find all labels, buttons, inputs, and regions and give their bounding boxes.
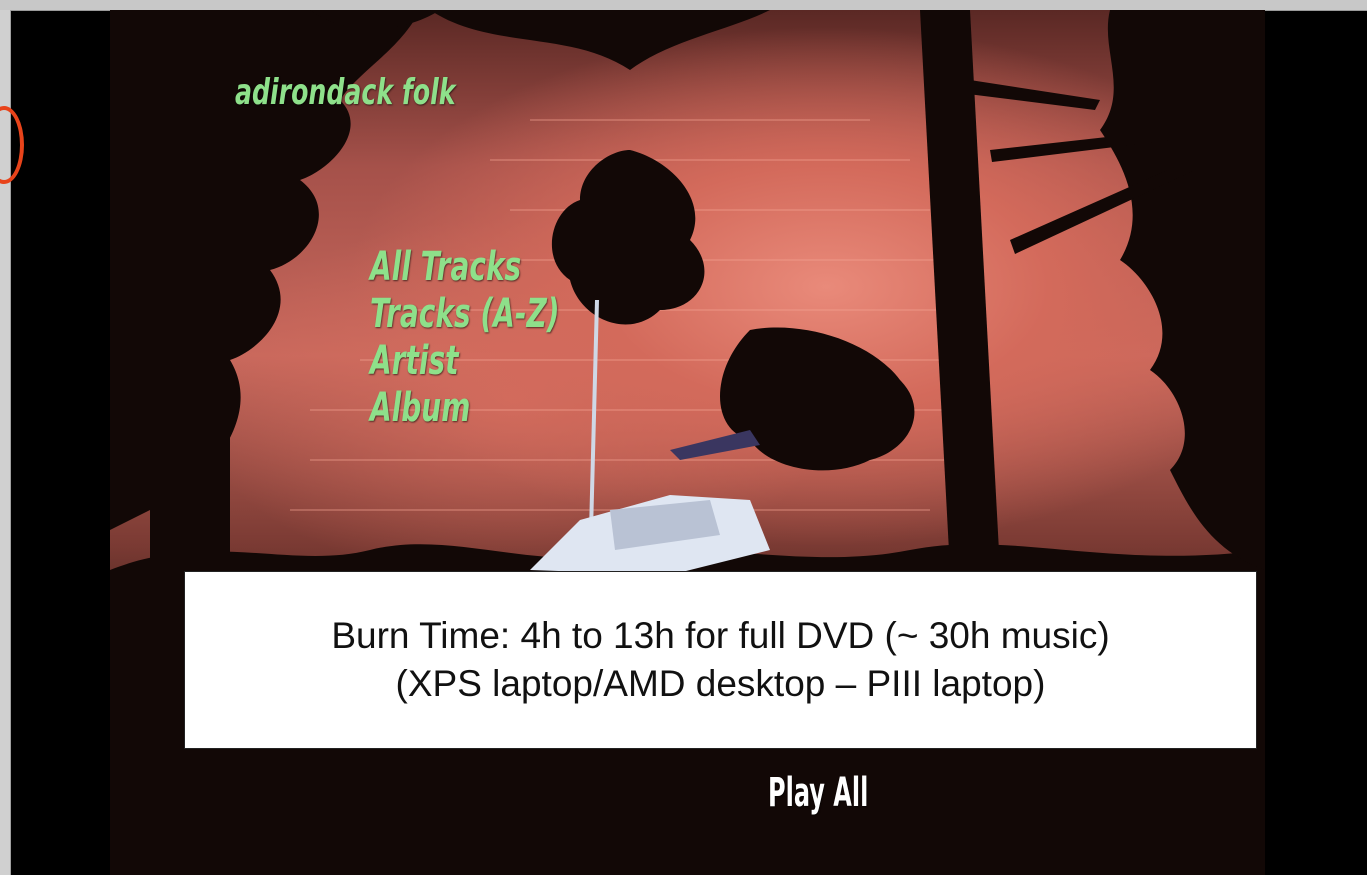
callout-line-hardware: (XPS laptop/AMD desktop – PIII laptop) [395, 663, 1046, 704]
menu-item-album[interactable]: Album [370, 385, 560, 432]
play-all-button[interactable]: Play All [768, 770, 868, 816]
annotation-circle-mark [0, 106, 24, 184]
dvd-menu-title: adirondack folk [235, 72, 456, 113]
callout-line-burn-time: Burn Time: 4h to 13h for full DVD (~ 30h… [331, 615, 1110, 656]
menu-item-artist[interactable]: Artist [370, 338, 560, 385]
burn-time-callout: Burn Time: 4h to 13h for full DVD (~ 30h… [184, 571, 1257, 749]
menu-item-all-tracks[interactable]: All Tracks [370, 244, 560, 291]
dvd-menu-list: All Tracks Tracks (A-Z) Artist Album [370, 244, 641, 432]
menu-item-tracks-a-z[interactable]: Tracks (A-Z) [370, 291, 560, 338]
